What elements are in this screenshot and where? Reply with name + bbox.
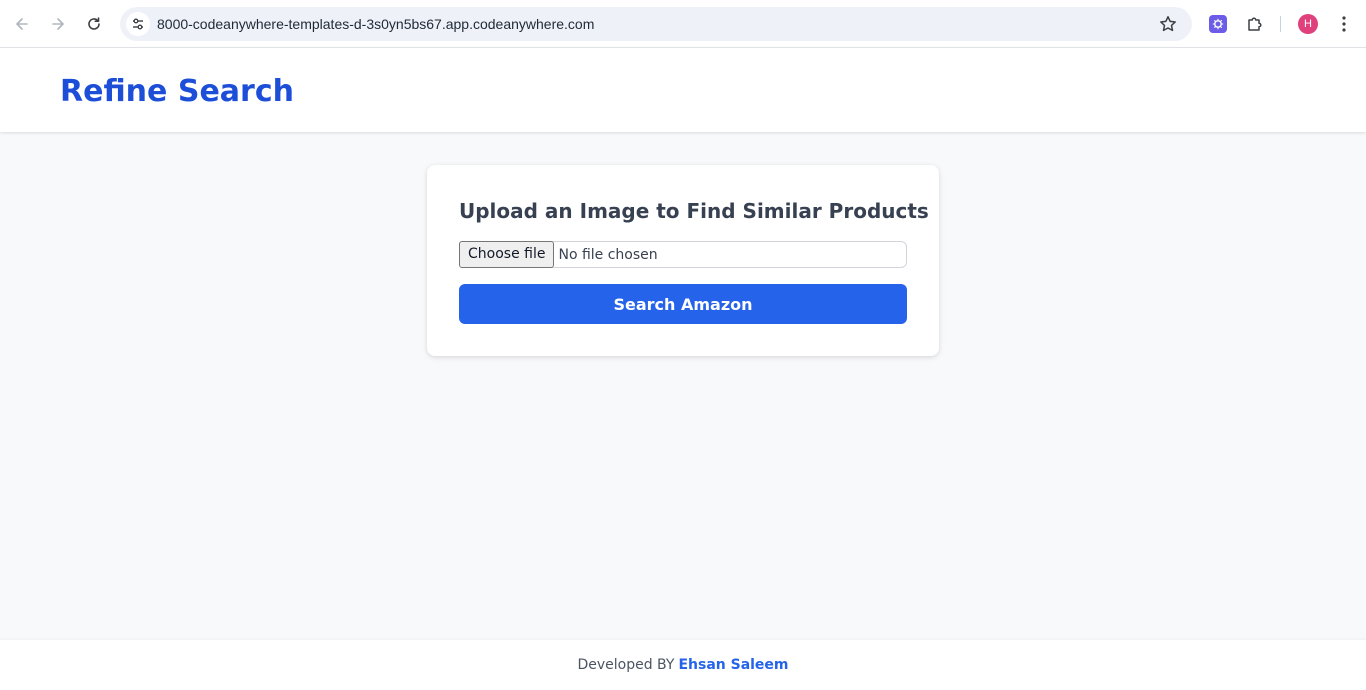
extensions-button[interactable] (1244, 13, 1266, 35)
author-link[interactable]: Ehsan Saleem (678, 657, 788, 673)
back-icon (16, 18, 28, 30)
address-bar[interactable]: 8000-codeanywhere-templates-d-3s0yn5bs67… (120, 7, 1192, 41)
footer: Developed BY Ehsan Saleem (0, 640, 1366, 690)
back-button[interactable] (8, 10, 36, 38)
bookmark-button[interactable] (1158, 14, 1178, 34)
kebab-menu-icon (1342, 16, 1346, 32)
file-status-text: No file chosen (558, 246, 658, 263)
site-info-button[interactable] (126, 12, 150, 36)
site-info-icon (133, 18, 143, 30)
forward-button[interactable] (44, 10, 72, 38)
extension-button[interactable] (1209, 15, 1227, 33)
choose-file-button[interactable]: Choose file (459, 240, 555, 268)
url-text[interactable]: 8000-codeanywhere-templates-d-3s0yn5bs67… (157, 16, 594, 32)
reload-icon (88, 17, 100, 30)
upload-card: Upload an Image to Find Similar Products… (427, 165, 939, 356)
browser-toolbar: 8000-codeanywhere-templates-d-3s0yn5bs67… (0, 0, 1366, 48)
ai-extension-icon (1212, 18, 1224, 30)
search-amazon-button[interactable]: Search Amazon (459, 284, 907, 324)
reload-button[interactable] (80, 10, 108, 38)
star-icon (1160, 16, 1176, 32)
file-input[interactable]: Choose file No file chosen (459, 240, 907, 268)
profile-avatar[interactable]: H (1298, 14, 1318, 34)
card-heading: Upload an Image to Find Similar Products (459, 199, 929, 223)
page-body: Refine Search Upload an Image to Find Si… (0, 48, 1366, 690)
footer-prefix: Developed BY (577, 657, 675, 673)
puzzle-icon (1248, 17, 1262, 31)
page-title: Refine Search (60, 74, 294, 109)
browser-menu-button[interactable] (1334, 12, 1354, 36)
forward-icon (52, 18, 64, 30)
toolbar-divider (1280, 16, 1281, 32)
app-header: Refine Search (0, 48, 1366, 132)
